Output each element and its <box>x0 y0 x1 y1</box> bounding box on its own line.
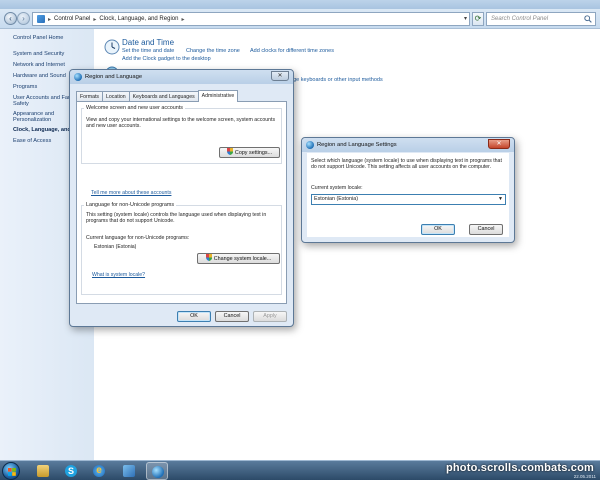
non-unicode-group: Language for non-Unicode programs This s… <box>81 202 282 295</box>
current-language-value: Estonian (Estonia) <box>94 244 137 250</box>
settings-body: Select which language (system locale) to… <box>307 153 509 237</box>
region-and-language-settings-dialog: Region and Language Settings ✕ Select wh… <box>301 137 515 243</box>
back-button[interactable]: ‹ <box>4 12 17 25</box>
cancel-button[interactable]: Cancel <box>215 311 249 322</box>
date-and-time-heading[interactable]: Date and Time <box>122 38 174 47</box>
address-dropdown-icon[interactable]: ▾ <box>464 15 467 22</box>
group-label: Welcome screen and new user accounts <box>84 105 185 111</box>
change-keyboards-link[interactable]: ange keyboards or other input methods <box>287 77 383 83</box>
administrative-tab-panel: Welcome screen and new user accounts Vie… <box>76 101 287 304</box>
breadcrumb-control-panel[interactable]: Control Panel <box>54 16 90 22</box>
ok-button[interactable]: OK <box>177 311 211 322</box>
breadcrumb-clock-language-region[interactable]: Clock, Language, and Region <box>99 16 178 22</box>
nav-control-panel-home[interactable]: Control Panel Home <box>13 35 63 42</box>
current-system-locale-label: Current system locale: <box>311 185 363 191</box>
forward-button[interactable]: › <box>17 12 30 25</box>
nav-user-accounts-line2[interactable]: Safety <box>13 101 29 108</box>
welcome-description: View and copy your international setting… <box>86 117 276 130</box>
folder-icon <box>37 465 49 477</box>
clock-icon <box>104 39 120 55</box>
navigation-bar: ‹ › ▸ Control Panel ▸ Clock, Language, a… <box>0 9 600 29</box>
address-bar[interactable]: ▸ Control Panel ▸ Clock, Language, and R… <box>32 12 470 26</box>
taskbar-skype[interactable]: S <box>60 462 82 480</box>
skype-icon: S <box>65 465 77 477</box>
start-button[interactable] <box>2 462 20 480</box>
ok-button[interactable]: OK <box>421 224 455 235</box>
what-is-system-locale-link[interactable]: What is system locale? <box>92 272 145 278</box>
taskbar-control-panel[interactable] <box>118 462 140 480</box>
dialog-titlebar[interactable]: Region and Language <box>70 70 293 84</box>
nav-network-and-internet[interactable]: Network and Internet <box>13 62 65 69</box>
system-locale-select[interactable]: Estonian (Estonia) ▼ <box>311 194 506 205</box>
globe-icon <box>74 73 82 81</box>
watermark-date: 22.05.2011 <box>573 474 596 479</box>
window-titlebar[interactable] <box>0 0 600 9</box>
add-clocks-link[interactable]: Add clocks for different time zones <box>250 48 334 54</box>
region-and-language-dialog: Region and Language ✕ Formats Location K… <box>69 69 294 327</box>
shield-icon <box>226 148 233 155</box>
control-panel-icon <box>123 465 135 477</box>
close-button[interactable]: ✕ <box>271 71 289 81</box>
apply-button[interactable]: Apply <box>253 311 287 322</box>
dialog-titlebar[interactable]: Region and Language Settings <box>302 138 514 152</box>
dialog-title: Region and Language <box>85 74 143 80</box>
globe-icon <box>306 141 314 149</box>
search-icon[interactable] <box>584 15 592 23</box>
set-time-date-link[interactable]: Set the time and date <box>122 48 174 54</box>
tab-administrative[interactable]: Administrative <box>197 90 239 102</box>
search-placeholder: Search Control Panel <box>491 16 549 22</box>
locale-description: Select which language (system locale) to… <box>311 158 502 171</box>
taskbar-internet-explorer[interactable]: e <box>88 462 110 480</box>
search-input[interactable]: Search Control Panel <box>486 12 596 26</box>
internet-explorer-icon: e <box>93 465 105 477</box>
windows-logo-icon <box>8 468 16 476</box>
breadcrumb-separator: ▸ <box>181 16 185 23</box>
change-time-zone-link[interactable]: Change the time zone <box>186 48 240 54</box>
selected-locale: Estonian (Estonia) <box>314 196 359 202</box>
copy-settings-button[interactable]: Copy settings... <box>219 147 280 158</box>
control-panel-icon <box>37 15 45 23</box>
globe-icon <box>152 466 164 478</box>
copy-settings-label: Copy settings... <box>234 150 273 156</box>
nav-system-and-security[interactable]: System and Security <box>13 51 64 58</box>
nav-clock-language-region[interactable]: Clock, Language, and R <box>13 127 76 134</box>
cancel-button[interactable]: Cancel <box>469 224 503 235</box>
tell-me-more-link[interactable]: Tell me more about these accounts <box>91 190 171 196</box>
taskbar-region-and-language[interactable] <box>146 462 168 480</box>
close-button[interactable]: ✕ <box>488 139 510 149</box>
nav-appearance-line2[interactable]: Personalization <box>13 117 51 124</box>
nav-hardware-and-sound[interactable]: Hardware and Sound <box>13 73 66 80</box>
change-system-locale-button[interactable]: Change system locale... <box>197 253 280 264</box>
watermark: photo.scrolls.combats.com <box>445 462 594 474</box>
refresh-button[interactable]: ⟳ <box>472 12 484 26</box>
shield-icon <box>205 254 212 261</box>
taskbar-explorer[interactable] <box>32 462 54 480</box>
breadcrumb-separator: ▸ <box>48 16 52 23</box>
non-unicode-description: This setting (system locale) controls th… <box>86 212 267 225</box>
nav-programs[interactable]: Programs <box>13 84 37 91</box>
breadcrumb-separator: ▸ <box>93 16 97 23</box>
group-label: Language for non-Unicode programs <box>84 202 177 208</box>
chevron-down-icon: ▼ <box>498 196 503 202</box>
dialog-title: Region and Language Settings <box>317 142 397 148</box>
nav-ease-of-access[interactable]: Ease of Access <box>13 138 51 145</box>
welcome-screen-group: Welcome screen and new user accounts Vie… <box>81 105 282 164</box>
change-system-locale-label: Change system locale... <box>213 256 272 262</box>
current-language-label: Current language for non-Unicode program… <box>86 235 190 241</box>
add-clock-gadget-link[interactable]: Add the Clock gadget to the desktop <box>122 56 211 62</box>
